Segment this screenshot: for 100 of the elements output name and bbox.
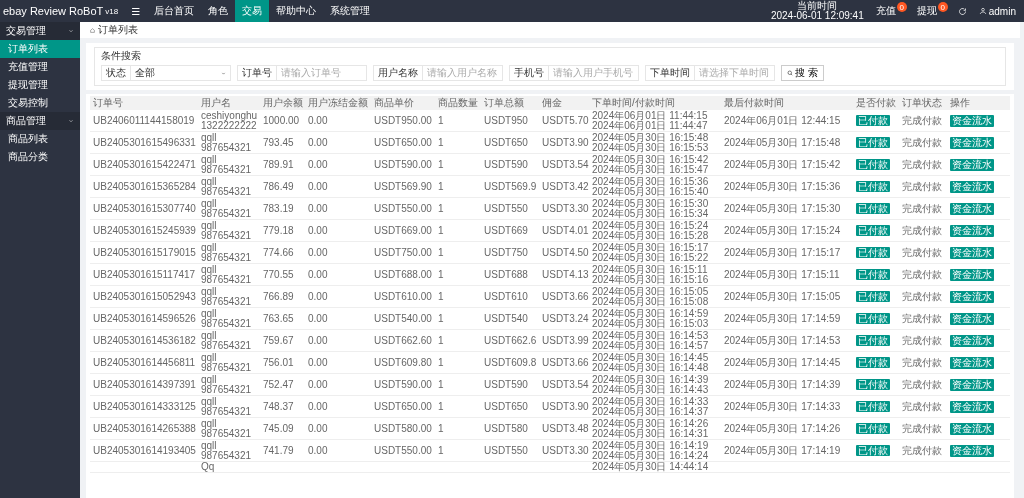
sidebar-group[interactable]: 交易管理	[0, 22, 80, 40]
phone-cell-text: 987654321	[201, 450, 253, 461]
ledger-button[interactable]: 资金流水	[950, 202, 994, 215]
table-cell-text: USDT550	[483, 203, 529, 214]
ledger-button[interactable]: 资金流水	[950, 400, 994, 413]
caret-icon	[221, 70, 226, 76]
column-header: 佣金	[541, 96, 563, 110]
nav-tab[interactable]: 系统管理	[323, 0, 378, 22]
ledger-button[interactable]: 资金流水	[950, 444, 994, 457]
ledger-button[interactable]: 资金流水	[950, 312, 994, 325]
pay-time: 2024年05月30日 16:15:40	[592, 186, 710, 197]
pay-time: 2024年05月30日 16:15:08	[592, 296, 710, 307]
table-cell-text: USDT3.30	[541, 203, 589, 214]
nav-tab[interactable]: 帮助中心	[269, 0, 324, 22]
table-cell-text: UB2405301614456811	[92, 357, 197, 368]
ledger-button[interactable]: 资金流水	[950, 290, 994, 303]
phone-cell-text: 987654321	[201, 428, 253, 439]
table-cell-text: 0.00	[307, 313, 329, 324]
search-field[interactable]: 用户名称 请输入用户名称	[373, 65, 503, 81]
sidebar-item[interactable]: 充值管理	[0, 58, 80, 76]
header-link[interactable]: 提现	[916, 4, 937, 18]
table-cell-text: USDT609.80	[373, 357, 433, 368]
ledger-button[interactable]: 资金流水	[950, 356, 994, 369]
pay-time: 2024年05月30日 16:14:48	[592, 362, 710, 373]
table-cell-text: USDT669.00	[373, 225, 433, 236]
table-cell-text: USDT610.00	[373, 291, 433, 302]
table-cell-text: 0.00	[307, 181, 329, 192]
table-cell-text: 完成付款	[901, 423, 943, 434]
table-cell-text: USDT950.00	[373, 115, 433, 126]
table-cell-text: 0.00	[307, 115, 329, 126]
status-select[interactable]: 状态 全部	[101, 65, 231, 81]
table-cell-text: USDT3.48	[541, 423, 589, 434]
search-button[interactable]: 搜 索	[781, 65, 824, 81]
table-cell-text: USDT550.00	[373, 445, 433, 456]
user-name-cell-text: qqll	[201, 132, 217, 143]
table-cell-text: 0.00	[307, 225, 329, 236]
nav-tab[interactable]: 角色	[201, 0, 236, 22]
table-cell-text: 1	[437, 445, 445, 456]
sidebar-group[interactable]: 商品管理	[0, 112, 80, 130]
table-cell-text: 2024年05月30日 17:14:45	[723, 357, 842, 368]
ledger-button[interactable]: 资金流水	[950, 224, 994, 237]
nav-tab[interactable]: 后台首页	[147, 0, 202, 22]
table-cell-text: 2024年05月30日 17:15:30	[723, 203, 842, 214]
sidebar-item[interactable]: 提现管理	[0, 76, 80, 94]
refresh-icon	[957, 6, 967, 16]
table-cell-text: 1	[437, 181, 445, 192]
section-title: 条件搜索	[101, 49, 142, 63]
nav-tab[interactable]: 交易	[235, 0, 270, 22]
ledger-button[interactable]: 资金流水	[950, 158, 994, 171]
table-cell-text: 1	[437, 247, 445, 258]
sidebar-item[interactable]: 商品列表	[0, 130, 80, 148]
user-name[interactable]: admin	[988, 5, 1016, 17]
phone-cell-text: 987654321	[201, 318, 253, 329]
table-cell-text: 1	[437, 269, 445, 280]
sidebar-item[interactable]: 订单列表	[0, 40, 80, 58]
table-cell-text: UB2405301615179015	[92, 247, 197, 258]
table-cell-text: 1	[437, 313, 445, 324]
ledger-button[interactable]: 资金流水	[950, 378, 994, 391]
sidebar-item[interactable]: 交易控制	[0, 94, 80, 112]
table-cell-text: 748.37	[262, 401, 295, 412]
count-badge: 0	[937, 2, 948, 12]
table-cell-text: 2024年05月30日 17:14:33	[723, 401, 842, 412]
table-cell-text: 770.55	[262, 269, 295, 280]
nav-tab[interactable]: ☰	[124, 0, 148, 22]
table-cell-text: 2024年05月30日 17:15:42	[723, 159, 842, 170]
table-cell-text: USDT4.13	[541, 269, 589, 280]
ledger-button[interactable]: 资金流水	[950, 422, 994, 435]
pay-time: 2024年05月30日 16:15:53	[592, 142, 710, 153]
order-time: 2024年05月30日 16:15:11	[592, 264, 709, 275]
table-cell-text: UB2405301614397391	[92, 379, 197, 390]
search-field[interactable]: 手机号 请输入用户手机号	[509, 65, 639, 81]
table-cell-text: USDT569.90	[373, 181, 433, 192]
pay-time: 2024年05月30日 16:15:34	[592, 208, 710, 219]
search-field[interactable]: 下单时间 请选择下单时间	[645, 65, 775, 81]
ledger-button[interactable]: 资金流水	[950, 180, 994, 193]
table-cell-text: 完成付款	[901, 181, 943, 192]
ledger-button[interactable]: 资金流水	[950, 136, 994, 149]
column-header: 是否付款	[855, 96, 897, 110]
ledger-button[interactable]: 资金流水	[950, 114, 994, 127]
table-cell-text: 完成付款	[901, 313, 943, 324]
table-cell-text: 0.00	[307, 269, 329, 280]
table-cell-text: USDT5.70	[541, 115, 589, 126]
user-name-cell-text: Qq	[201, 462, 216, 472]
table-cell-text: 1	[437, 225, 445, 236]
table-cell-text: UB2405301615245939	[92, 225, 197, 236]
ledger-button[interactable]: 资金流水	[950, 268, 994, 281]
table-cell-text: 1	[437, 203, 445, 214]
phone-cell-text: 987654321	[201, 230, 253, 241]
table-cell-text: 0.00	[307, 159, 329, 170]
search-field[interactable]: 订单号 请输入订单号	[237, 65, 367, 81]
chevron-icon	[68, 28, 74, 34]
ledger-button[interactable]: 资金流水	[950, 334, 994, 347]
table-cell-text: 2024年05月30日 17:14:39	[723, 379, 842, 390]
table-cell-text: USDT650	[483, 137, 529, 148]
sidebar-item[interactable]: 商品分类	[0, 148, 80, 166]
table-cell-text: 1	[437, 357, 445, 368]
table-cell-text: UB2405301615117417	[92, 269, 197, 280]
order-time: 2024年05月30日 16:14:33	[592, 396, 710, 407]
ledger-button[interactable]: 资金流水	[950, 246, 994, 259]
header-link[interactable]: 充值	[875, 4, 896, 18]
